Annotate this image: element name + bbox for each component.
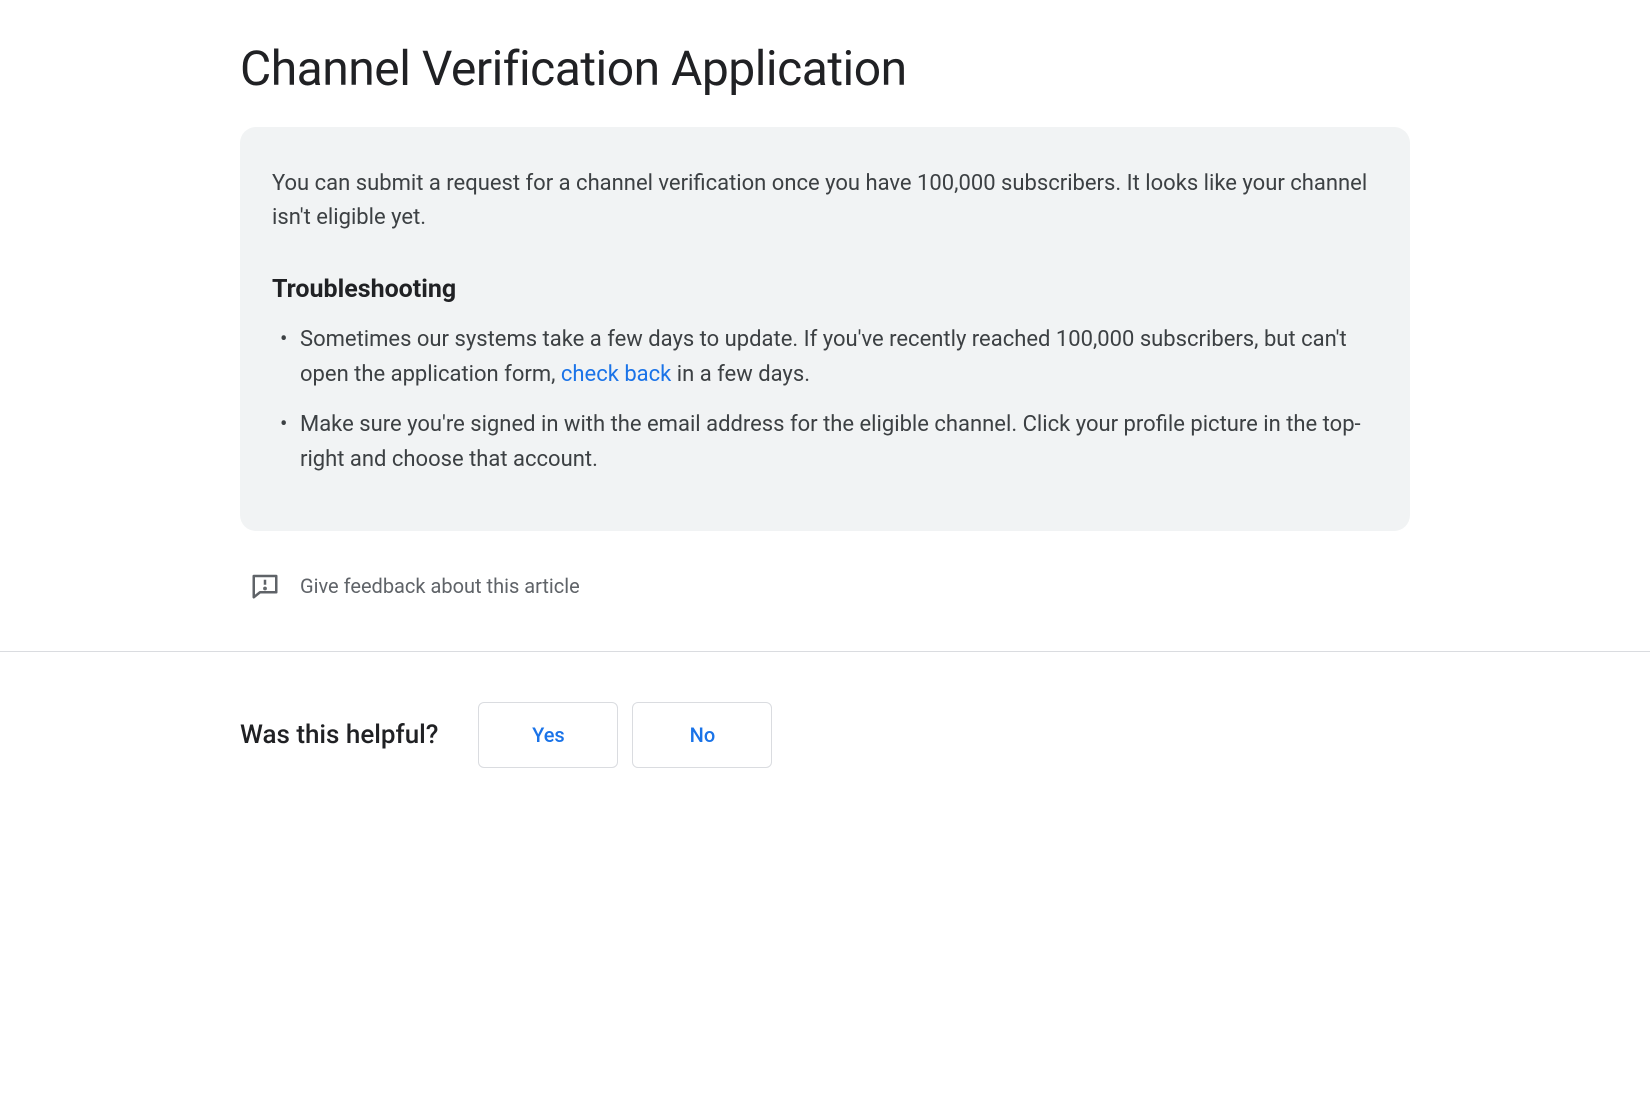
page-title: Channel Verification Application <box>240 40 1410 97</box>
yes-button[interactable]: Yes <box>478 702 618 768</box>
helpful-section: Was this helpful? Yes No <box>160 652 1490 818</box>
eligibility-message: You can submit a request for a channel v… <box>272 167 1378 235</box>
check-back-link[interactable]: check back <box>561 362 671 387</box>
helpful-question: Was this helpful? <box>240 720 438 750</box>
troubleshooting-heading: Troubleshooting <box>272 275 1378 304</box>
list-item: Sometimes our systems take a few days to… <box>272 322 1378 392</box>
list-item-text-before: Sometimes our systems take a few days to… <box>300 327 1347 387</box>
troubleshooting-list: Sometimes our systems take a few days to… <box>272 322 1378 477</box>
list-item-text-before: Make sure you're signed in with the emai… <box>300 412 1361 472</box>
list-item: Make sure you're signed in with the emai… <box>272 407 1378 477</box>
list-item-text-after: in a few days. <box>671 362 810 387</box>
feedback-link[interactable]: Give feedback about this article <box>240 571 1410 601</box>
feedback-label: Give feedback about this article <box>300 574 580 598</box>
no-button[interactable]: No <box>632 702 772 768</box>
button-group: Yes No <box>478 702 772 768</box>
info-box: You can submit a request for a channel v… <box>240 127 1410 531</box>
feedback-icon <box>250 571 280 601</box>
